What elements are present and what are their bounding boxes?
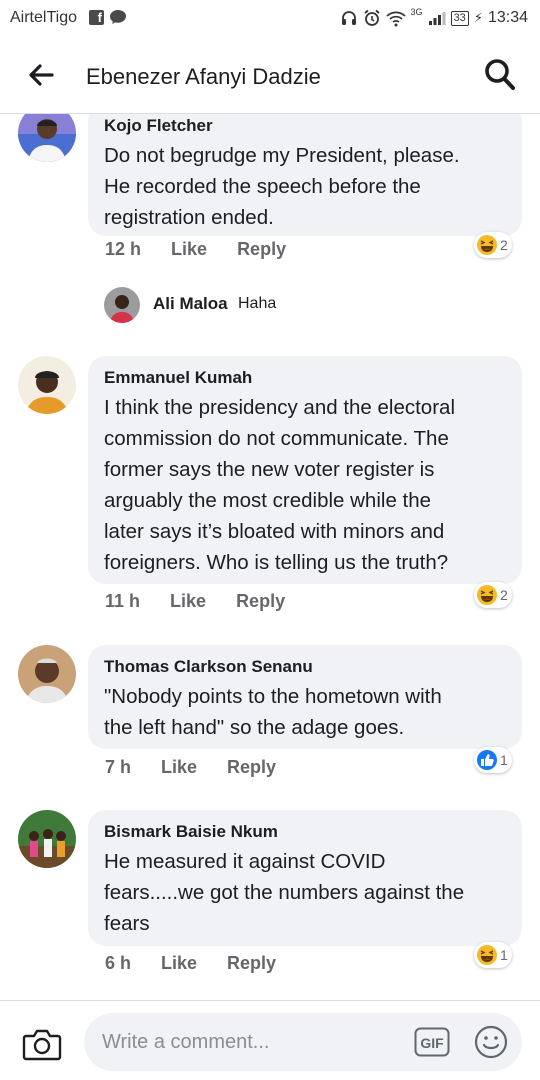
comment-placeholder: Write a comment... <box>102 1031 270 1053</box>
comment-text: "Nobody points to the hometown with <box>104 685 442 708</box>
like-button[interactable]: Like <box>170 591 206 612</box>
comment-timestamp: 7 h <box>105 757 132 777</box>
haha-reaction-icon <box>477 235 497 255</box>
comment-text: registration ended. <box>104 206 274 229</box>
comment-timestamp: 12 h <box>105 239 142 259</box>
facebook-notification-icon: f <box>89 10 104 25</box>
network-type: 3G <box>410 7 423 17</box>
status-bar: AirtelTigo f 3G 33 ⚡ 13:34 <box>0 0 540 38</box>
search-icon[interactable] <box>484 58 516 92</box>
clock: 13:34 <box>487 9 528 26</box>
comment-text: former says the new voter register is <box>104 458 435 481</box>
smiley-icon[interactable] <box>474 1025 508 1059</box>
comment-item: Bismark Baisie Nkum He measured it again… <box>0 810 540 1000</box>
reaction-summary[interactable]: 1 <box>474 747 512 773</box>
comment-input[interactable]: Write a comment... GIF <box>84 1013 522 1071</box>
comment-bubble: Bismark Baisie Nkum He measured it again… <box>88 810 522 946</box>
comment-item: Kojo Fletcher Do not begrudge my Preside… <box>0 114 540 354</box>
reply-text: Haha <box>238 295 277 312</box>
avatar[interactable] <box>18 114 76 162</box>
comment-text: arguably the most credible while the <box>104 489 432 512</box>
comment-text: He recorded the speech before the <box>104 175 421 198</box>
comment-author[interactable]: Thomas Clarkson Senanu <box>104 657 506 677</box>
reaction-summary[interactable]: 1 <box>474 942 512 968</box>
comment-composer: Write a comment... GIF <box>0 1000 540 1080</box>
reply-button[interactable]: Reply <box>236 591 285 612</box>
comment-bubble: Kojo Fletcher Do not begrudge my Preside… <box>88 114 522 236</box>
camera-icon[interactable] <box>22 1025 62 1063</box>
back-arrow-icon[interactable] <box>26 60 56 90</box>
like-button[interactable]: Like <box>161 953 197 974</box>
comment-text: Do not begrudge my President, please. <box>104 144 460 167</box>
reaction-count: 2 <box>500 587 508 603</box>
reaction-count: 1 <box>500 752 508 768</box>
comment-text: the left hand" so the adage goes. <box>104 716 405 739</box>
messenger-notification-icon <box>110 10 126 24</box>
comment-timestamp: 6 h <box>105 953 132 973</box>
reaction-count: 1 <box>500 947 508 963</box>
comment-actions: 12 h Like Reply <box>105 239 286 260</box>
reaction-summary[interactable]: 2 <box>474 232 512 258</box>
like-reaction-icon <box>477 750 497 770</box>
app-header: Ebenezer Afanyi Dadzie <box>0 38 540 114</box>
comment-author[interactable]: Bismark Baisie Nkum <box>104 822 506 842</box>
headphones-icon <box>341 11 356 25</box>
alarm-icon <box>363 9 380 26</box>
reaction-summary[interactable]: 2 <box>474 582 512 608</box>
reply-button[interactable]: Reply <box>227 757 276 778</box>
comment-actions: 11 h Like Reply <box>105 591 285 612</box>
avatar[interactable] <box>18 810 76 868</box>
reaction-count: 2 <box>500 237 508 253</box>
page-title: Ebenezer Afanyi Dadzie <box>86 64 321 89</box>
haha-reaction-icon <box>477 585 497 605</box>
gif-icon[interactable]: GIF <box>414 1027 450 1057</box>
avatar[interactable] <box>18 356 76 414</box>
reply-button[interactable]: Reply <box>227 953 276 974</box>
comment-text: fears.....we got the numbers against the <box>104 881 465 904</box>
gif-label: GIF <box>420 1035 444 1051</box>
comment-text: He measured it against COVID <box>104 850 386 873</box>
comment-author[interactable]: Kojo Fletcher <box>104 116 506 136</box>
comment-text: commission do not communicate. The <box>104 427 449 450</box>
comment-item: Thomas Clarkson Senanu "Nobody points to… <box>0 645 540 805</box>
charging-icon: ⚡ <box>473 10 483 25</box>
like-button[interactable]: Like <box>171 239 207 260</box>
comment-bubble: Emmanuel Kumah I think the presidency an… <box>88 356 522 584</box>
wifi-icon <box>385 11 406 27</box>
comment-author[interactable]: Emmanuel Kumah <box>104 368 506 388</box>
reply-author[interactable]: Ali Maloa <box>153 294 228 314</box>
comment-text: fears <box>104 912 150 935</box>
comment-item: Emmanuel Kumah I think the presidency an… <box>0 356 540 616</box>
comment-text: foreigners. Who is telling us the truth? <box>104 551 449 574</box>
comment-actions: 6 h Like Reply <box>105 953 276 974</box>
comment-timestamp: 11 h <box>105 591 141 611</box>
like-button[interactable]: Like <box>161 757 197 778</box>
comments-list: Kojo Fletcher Do not begrudge my Preside… <box>0 114 540 1000</box>
carrier-name: AirtelTigo <box>10 9 77 26</box>
reply-button[interactable]: Reply <box>237 239 286 260</box>
comment-text: later says it’s bloated with minors and <box>104 520 445 543</box>
haha-reaction-icon <box>477 945 497 965</box>
avatar[interactable] <box>18 645 76 703</box>
comment-bubble: Thomas Clarkson Senanu "Nobody points to… <box>88 645 522 749</box>
comment-actions: 7 h Like Reply <box>105 757 276 778</box>
status-icons: 3G 33 ⚡ 13:34 <box>340 7 528 28</box>
comment-text: I think the presidency and the electoral <box>104 396 455 419</box>
battery-level: 33 <box>450 10 469 26</box>
signal-icon <box>428 12 446 25</box>
avatar[interactable] <box>104 287 140 323</box>
